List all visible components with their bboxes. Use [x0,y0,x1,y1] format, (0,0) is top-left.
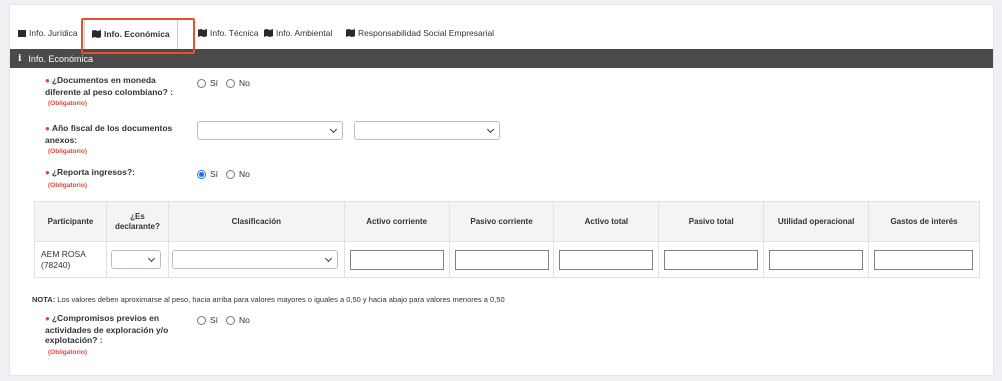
tab-label: Info. Jurídica [29,28,78,38]
document-icon [18,29,26,37]
info-icon: i [18,53,22,64]
map-icon [346,29,355,37]
activo-corriente-input[interactable] [349,250,444,270]
activo-total-input[interactable] [559,250,654,270]
pasivo-corriente-cell [448,241,555,278]
header-activo-total: Activo total [553,201,660,242]
declarante-select[interactable] [110,250,161,269]
map-icon [198,29,207,37]
table-header-row: Participante ¿Es declarante? Clasificació… [34,201,980,242]
financial-table: Participante ¿Es declarante? Clasificació… [34,201,980,278]
header-pasivo-total: Pasivo total [658,201,765,242]
tab-label: Info. Ambiental [276,28,333,38]
gastos-cell [868,241,980,278]
header-gastos: Gastos de interés [868,201,980,242]
table-row: AEM ROSA (78240) [34,241,980,278]
required-text: (Obligatorio) [48,148,87,155]
activo-total-cell [553,241,660,278]
required-dot: ● [45,124,50,133]
anio-select-2[interactable] [354,121,500,140]
pasivo-total-input[interactable] [664,250,759,270]
header-declarante: ¿Es declarante? [105,201,169,242]
header-participante: Participante [34,201,107,242]
utilidad-operacional-input[interactable] [769,250,864,270]
utilidad-cell [763,241,870,278]
field-ingresos-label: ● ¿Reporta ingresos?: (Obligatorio) [45,167,135,189]
field-moneda-label: ● ¿Documentos en moneda diferente al peso… [45,75,173,107]
gastos-interes-input[interactable] [874,250,974,270]
tab-info-tecnica[interactable]: Info. Técnica [198,18,259,48]
header-pasivo-corriente: Pasivo corriente [448,201,555,242]
chevron-down-icon [147,254,155,263]
ingresos-radio-yes[interactable] [197,169,206,179]
section-title: Info. Económica [28,53,93,64]
tab-info-ambiental[interactable]: Info. Ambiental [264,18,332,48]
required-dot: ● [45,314,50,323]
anio-select-1[interactable] [197,121,343,140]
ingresos-radio-group: Sí No [197,169,258,179]
required-text: (Obligatorio) [48,348,87,356]
map-icon [264,29,273,37]
header-clasificacion: Clasificación [167,201,345,242]
required-dot: ● [45,76,50,85]
note-text: NOTA: Los valores deben aproximarse al p… [32,295,505,304]
compromisos-radio-no[interactable] [226,315,236,325]
tab-label: Responsabilidad Social Empresarial [358,28,495,38]
clasificacion-cell [167,241,345,278]
chevron-down-icon [486,125,495,134]
ingresos-radio-no[interactable] [226,169,236,179]
active-tab-highlight [81,18,195,54]
pasivo-total-cell [658,241,765,278]
compromisos-radio-yes[interactable] [197,315,206,325]
clasificacion-select[interactable] [171,250,338,269]
header-utilidad: Utilidad operacional [763,201,870,242]
moneda-radio-no[interactable] [226,78,236,88]
tab-responsabilidad-social[interactable]: Responsabilidad Social Empresarial [346,18,494,48]
pasivo-corriente-input[interactable] [454,250,549,270]
chevron-down-icon [329,125,338,134]
header-activo-corriente: Activo corriente [343,201,450,242]
chevron-down-icon [324,254,332,263]
activo-corriente-cell [343,241,450,278]
participant-cell: AEM ROSA (78240) [34,241,107,278]
tab-label: Info. Técnica [210,28,259,38]
form-card: Info. Jurídica Info. Económica Info. Téc… [9,4,994,376]
required-text: (Obligatorio) [48,181,87,189]
field-compromisos-label: ● ¿Compromisos previos en actividades de … [45,313,169,356]
moneda-radio-yes[interactable] [197,78,206,88]
required-text: (Obligatorio) [48,100,87,107]
moneda-radio-group: Sí No [197,78,258,88]
tab-info-juridica[interactable]: Info. Jurídica [18,18,78,48]
declarante-cell [105,241,169,278]
field-anio-label: ● Año fiscal de los documentos anexos: (O… [45,123,173,155]
required-dot: ● [45,168,50,177]
compromisos-radio-group: Sí No [197,315,258,325]
